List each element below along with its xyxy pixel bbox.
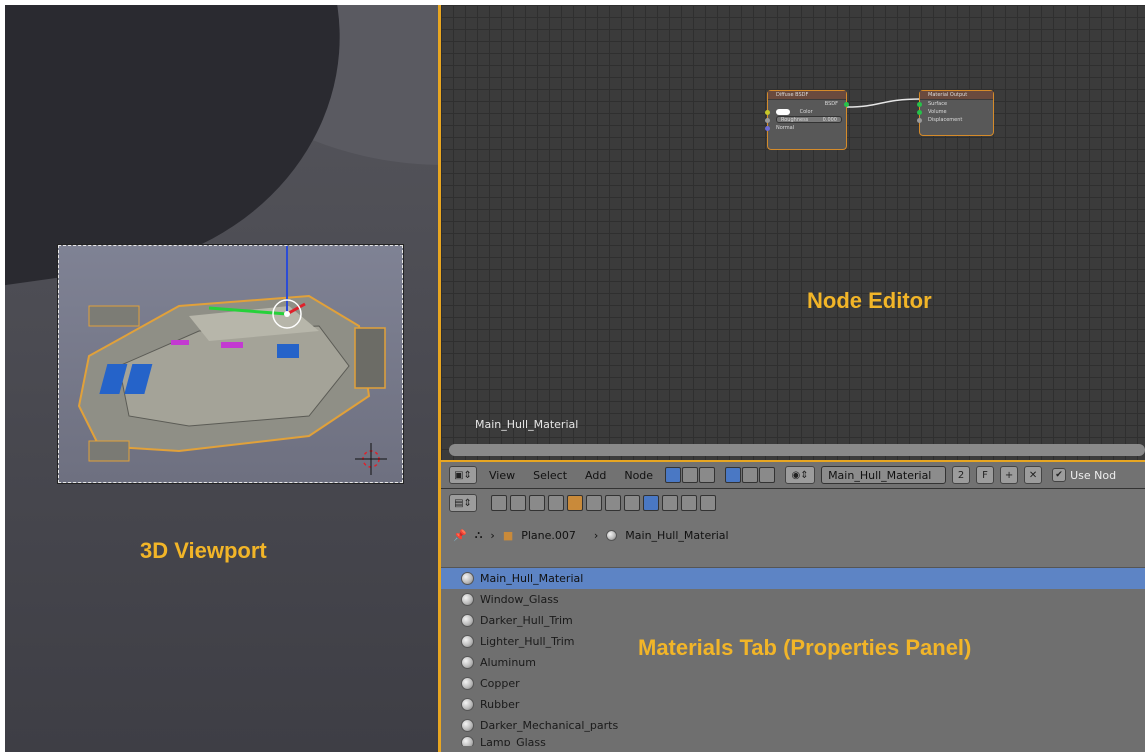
- physics-icon[interactable]: [700, 495, 716, 511]
- material-slot-item[interactable]: Window_Glass: [441, 589, 1145, 610]
- node-editor-header: ▣ ⇕ View Select Add Node ◉ ⇕ Main_Hull_Mat…: [441, 460, 1145, 489]
- world-icon[interactable]: [742, 467, 759, 483]
- node-link: [846, 98, 922, 108]
- chevron-updown-icon: ⇕: [463, 497, 472, 509]
- spaceship-model[interactable]: [59, 224, 404, 484]
- horizontal-scrollbar[interactable]: [449, 444, 1145, 456]
- mesh-data-icon[interactable]: [624, 495, 640, 511]
- node-output-label: BSDF: [824, 101, 838, 107]
- socket-icon[interactable]: [917, 110, 922, 115]
- properties-toolbar: ▤ ⇕: [441, 489, 1145, 517]
- close-icon: ✕: [1028, 469, 1038, 481]
- properties-panel: ▤ ⇕ 📌 ⛬ › ■ Plane.007 › Main_Hull_Materia…: [441, 489, 1145, 752]
- material-sphere-icon: [461, 572, 474, 585]
- constraints-icon[interactable]: [586, 495, 602, 511]
- properties-caption: Materials Tab (Properties Panel): [638, 635, 972, 660]
- material-slot-item[interactable]: Darker_Mechanical_parts: [441, 715, 1145, 736]
- chevron-updown-icon: ⇕: [800, 469, 809, 481]
- socket-icon[interactable]: [844, 102, 849, 107]
- material-sphere-icon: [461, 677, 474, 690]
- material-name-field[interactable]: Main_Hull_Material: [821, 466, 947, 484]
- scene-icon[interactable]: [529, 495, 545, 511]
- viewport-caption: 3D Viewport: [140, 538, 267, 563]
- material-sphere-icon: [461, 614, 474, 627]
- scene-icon: ⛬: [474, 528, 483, 541]
- material-sphere-icon: ◉: [791, 469, 801, 481]
- breadcrumb-object: Plane.007: [521, 528, 576, 542]
- use-nodes-toggle[interactable]: ✔ Use Nod: [1052, 468, 1116, 482]
- node-editor-icon: ▣: [454, 469, 464, 481]
- breadcrumb-material: Main_Hull_Material: [625, 528, 729, 542]
- shader-type-group: [665, 467, 716, 483]
- add-material-button[interactable]: +: [1000, 466, 1019, 484]
- node-input-roughness[interactable]: Roughness 0.000: [765, 116, 846, 124]
- node-input-displacement[interactable]: Displacement: [917, 116, 993, 124]
- editor-type-menu[interactable]: ▤ ⇕: [449, 494, 477, 512]
- object-icon[interactable]: [725, 467, 742, 483]
- node-editor-material-name: Main_Hull_Material: [475, 418, 579, 431]
- node-input-normal[interactable]: Normal: [765, 124, 846, 132]
- node-input-surface[interactable]: Surface: [917, 100, 993, 108]
- 3d-viewport[interactable]: 3D Viewport: [5, 5, 438, 752]
- chevron-right-icon: ›: [490, 528, 495, 542]
- shader-nodes-icon[interactable]: [665, 467, 682, 483]
- color-swatch[interactable]: [776, 108, 790, 115]
- material-slot-item[interactable]: Darker_Hull_Trim: [441, 610, 1145, 631]
- material-sphere-icon: [461, 656, 474, 669]
- node-input-color[interactable]: Color: [765, 108, 846, 116]
- node-editor-caption: Node Editor: [807, 288, 932, 313]
- compositing-nodes-icon[interactable]: [682, 467, 699, 483]
- editor-type-menu[interactable]: ▣ ⇕: [449, 466, 477, 484]
- object-icon[interactable]: [567, 495, 583, 511]
- socket-icon[interactable]: [765, 126, 770, 131]
- render-icon[interactable]: [491, 495, 507, 511]
- shader-context-group: [725, 467, 776, 483]
- material-slot-item[interactable]: Rubber: [441, 694, 1145, 715]
- menu-view[interactable]: View: [483, 469, 521, 482]
- pin-icon[interactable]: 📌: [453, 529, 467, 542]
- menu-add[interactable]: Add: [579, 469, 612, 482]
- material-slot-item[interactable]: Lamp_Glass: [441, 736, 1145, 746]
- render-preview-frame[interactable]: [57, 224, 404, 484]
- object-cube-icon: ■: [502, 528, 514, 542]
- render-layers-icon[interactable]: [510, 495, 526, 511]
- world-icon[interactable]: [548, 495, 564, 511]
- material-sphere-icon: [461, 719, 474, 732]
- material-sphere-icon: [461, 736, 474, 746]
- texture-nodes-icon[interactable]: [699, 467, 716, 483]
- socket-icon[interactable]: [917, 102, 922, 107]
- material-sphere-icon: [461, 593, 474, 606]
- chevron-updown-icon: ⇕: [463, 469, 472, 481]
- breadcrumb: 📌 ⛬ › ■ Plane.007 › Main_Hull_Material: [441, 517, 1145, 553]
- user-count[interactable]: 2: [952, 466, 971, 484]
- line-style-icon[interactable]: [759, 467, 776, 483]
- material-slot-item[interactable]: Copper: [441, 673, 1145, 694]
- menu-select[interactable]: Select: [527, 469, 573, 482]
- fake-user-button[interactable]: F: [976, 466, 995, 484]
- material-output-node[interactable]: Material Output Surface Volume Displacem…: [917, 90, 994, 136]
- menu-node[interactable]: Node: [618, 469, 659, 482]
- node-input-volume[interactable]: Volume: [917, 108, 993, 116]
- particles-icon[interactable]: [681, 495, 697, 511]
- material-browse-button[interactable]: ◉ ⇕: [785, 466, 816, 484]
- plus-icon: +: [1004, 469, 1014, 481]
- socket-icon[interactable]: [917, 118, 922, 123]
- checkbox-icon[interactable]: ✔: [1052, 468, 1067, 482]
- diffuse-bsdf-node[interactable]: Diffuse BSDF BSDF Color Roughness 0.000 …: [765, 90, 849, 150]
- unlink-material-button[interactable]: ✕: [1024, 466, 1043, 484]
- material-sphere-icon: [461, 635, 474, 648]
- socket-icon[interactable]: [765, 110, 770, 115]
- material-icon[interactable]: [643, 495, 659, 511]
- node-title: Diffuse BSDF: [768, 91, 846, 100]
- properties-icon: ▤: [454, 497, 464, 509]
- chevron-right-icon: ›: [593, 528, 599, 542]
- node-editor[interactable]: Diffuse BSDF BSDF Color Roughness 0.000 …: [441, 5, 1145, 460]
- node-title: Material Output: [920, 91, 993, 100]
- material-sphere-icon: [606, 529, 618, 541]
- modifiers-wrench-icon[interactable]: [605, 495, 621, 511]
- material-sphere-icon: [461, 698, 474, 711]
- texture-icon[interactable]: [662, 495, 678, 511]
- socket-icon[interactable]: [765, 118, 770, 123]
- material-slot-item[interactable]: Main_Hull_Material: [441, 568, 1145, 589]
